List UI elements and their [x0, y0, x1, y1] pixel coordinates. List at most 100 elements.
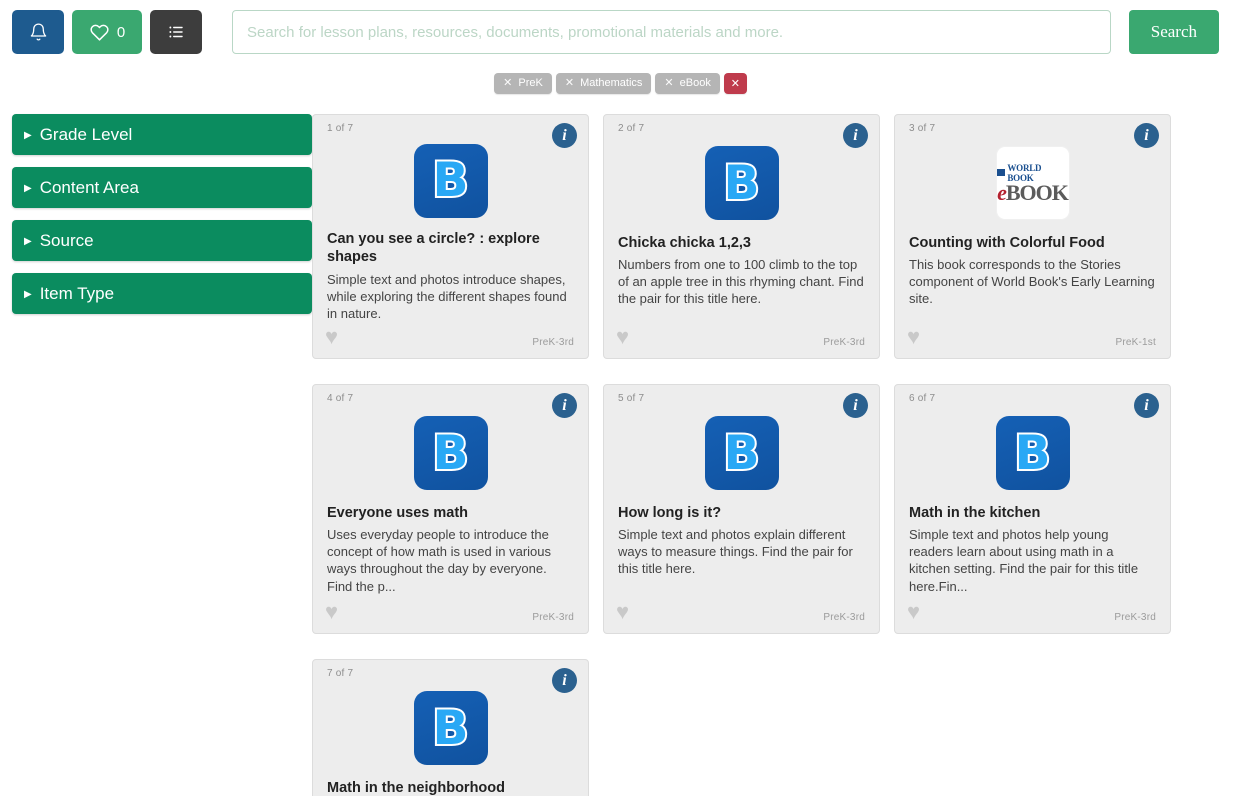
top-toolbar: 0 Search	[0, 0, 1241, 66]
card-footer: ♥ PreK-3rd	[616, 320, 865, 349]
filter-chip-mathematics[interactable]: ✕ Mathematics	[555, 72, 652, 94]
list-icon	[169, 26, 183, 38]
ebook-e-letter: e	[997, 179, 1007, 205]
result-card[interactable]: 1 of 7 i B Can you see a circle? : explo…	[312, 114, 589, 359]
facet-sidebar: ▶ Grade Level ▶ Content Area ▶ Source ▶ …	[0, 114, 312, 326]
card-grade-label: PreK-3rd	[823, 612, 865, 623]
card-title: How long is it?	[618, 505, 722, 521]
info-icon[interactable]: i	[843, 123, 868, 148]
favorite-heart-icon[interactable]: ♥	[616, 601, 629, 623]
ebook-wordmark: eBOOK	[997, 179, 1069, 205]
close-icon: ✕	[730, 77, 740, 90]
favorite-heart-icon[interactable]: ♥	[325, 601, 338, 623]
result-card[interactable]: 6 of 7 i B Math in the kitchen Simple te…	[894, 384, 1171, 634]
search-button[interactable]: Search	[1128, 10, 1219, 54]
blue-b-logo-icon: B	[995, 416, 1070, 490]
favorite-heart-icon[interactable]: ♥	[325, 326, 338, 348]
card-thumbnail: B	[327, 686, 574, 770]
logo-letter: B	[722, 155, 762, 211]
card-title: Math in the neighborhood	[327, 780, 506, 796]
info-icon[interactable]: i	[1134, 393, 1159, 418]
world-book-ebook-logo-icon: WORLD BOOK eBOOK	[995, 146, 1070, 220]
facet-content-area[interactable]: ▶ Content Area	[12, 167, 312, 208]
filter-chip-label: eBook	[679, 77, 711, 89]
card-thumbnail: B	[327, 140, 574, 221]
facet-grade-level[interactable]: ▶ Grade Level	[12, 114, 312, 155]
result-card[interactable]: 2 of 7 i B Chicka chicka 1,2,3 Numbers f…	[603, 114, 880, 359]
logo-letter: B	[722, 425, 762, 481]
card-footer: ♥ PreK-1st	[907, 320, 1156, 349]
ebook-book-letters: BOOK	[1005, 179, 1069, 205]
card-grade-label: PreK-3rd	[532, 612, 574, 623]
active-filters-row: ✕ PreK ✕ Mathematics ✕ eBook ✕	[0, 70, 1241, 96]
search-input[interactable]	[232, 10, 1111, 54]
card-footer: ♥ PreK-3rd	[616, 595, 865, 624]
favorites-count: 0	[116, 23, 126, 41]
blue-b-logo-icon: B	[704, 416, 779, 490]
favorite-heart-icon[interactable]: ♥	[907, 326, 920, 348]
card-title: Chicka chicka 1,2,3	[618, 235, 751, 251]
card-description: Uses everyday people to introduce the co…	[327, 527, 552, 594]
card-description: Simple text and photos help young reader…	[909, 527, 1139, 594]
card-index-label: 7 of 7	[327, 668, 354, 679]
clear-all-filters-button[interactable]: ✕	[723, 72, 747, 94]
chevron-right-icon: ▶	[24, 288, 32, 300]
favorite-heart-icon[interactable]: ♥	[907, 601, 920, 623]
card-grade-label: PreK-3rd	[532, 337, 574, 348]
card-grade-label: PreK-3rd	[823, 337, 865, 348]
info-icon[interactable]: i	[552, 668, 577, 693]
result-card[interactable]: 3 of 7 i WORLD BOOK eBOOK Counting with …	[894, 114, 1171, 359]
facet-label: Source	[39, 230, 94, 250]
card-description: Simple text and photos explain different…	[618, 527, 853, 577]
close-icon: ✕	[664, 76, 674, 89]
logo-letter: B	[1013, 425, 1053, 481]
card-title: Math in the kitchen	[909, 505, 1041, 521]
card-description: Simple text and photos introduce shapes,…	[327, 271, 567, 321]
card-footer: ♥ PreK-3rd	[325, 595, 574, 624]
card-footer: ♥ PreK-3rd	[907, 595, 1156, 624]
facet-label: Content Area	[39, 177, 139, 197]
notifications-button[interactable]	[12, 10, 64, 54]
result-card[interactable]: 4 of 7 i B Everyone uses math Uses every…	[312, 384, 589, 634]
card-index-label: 6 of 7	[909, 393, 936, 404]
list-view-button[interactable]	[150, 10, 202, 54]
facet-source[interactable]: ▶ Source	[12, 220, 312, 261]
close-icon: ✕	[564, 76, 575, 89]
blue-b-logo-icon: B	[413, 416, 488, 490]
heart-icon	[90, 24, 109, 41]
card-description: This book corresponds to the Stories com…	[909, 257, 1155, 307]
result-card[interactable]: 7 of 7 i B Math in the neighborhood ♥	[312, 659, 589, 796]
result-card[interactable]: 5 of 7 i B How long is it? Simple text a…	[603, 384, 880, 634]
blue-b-logo-icon: B	[413, 143, 488, 218]
card-thumbnail: B	[618, 141, 865, 225]
logo-letter: B	[431, 153, 471, 209]
filter-chip-label: PreK	[518, 77, 543, 89]
bell-icon	[30, 23, 46, 41]
filter-chip-label: Mathematics	[580, 77, 643, 89]
filter-chip-prek[interactable]: ✕ PreK	[494, 72, 552, 94]
card-grade-label: PreK-3rd	[1114, 612, 1156, 623]
card-index-label: 4 of 7	[327, 393, 354, 404]
card-title: Everyone uses math	[327, 505, 469, 521]
world-book-mark-icon	[996, 169, 1006, 176]
facet-label: Grade Level	[39, 124, 133, 144]
search-field-wrapper	[210, 10, 1111, 54]
filter-chip-ebook[interactable]: ✕ eBook	[655, 72, 720, 94]
logo-letter: B	[431, 425, 471, 481]
facet-item-type[interactable]: ▶ Item Type	[12, 273, 312, 314]
card-index-label: 5 of 7	[618, 393, 645, 404]
favorite-heart-icon[interactable]: ♥	[616, 326, 629, 348]
logo-letter: B	[431, 700, 471, 756]
card-thumbnail: B	[618, 411, 865, 495]
results-grid: 1 of 7 i B Can you see a circle? : explo…	[312, 114, 1241, 796]
favorites-button[interactable]: 0	[72, 10, 142, 54]
card-index-label: 2 of 7	[618, 123, 645, 134]
chevron-right-icon: ▶	[24, 235, 32, 247]
card-title: Counting with Colorful Food	[909, 235, 1105, 251]
info-icon[interactable]: i	[843, 393, 868, 418]
card-description: Numbers from one to 100 climb to the top…	[618, 257, 864, 307]
page-body: ▶ Grade Level ▶ Content Area ▶ Source ▶ …	[0, 96, 1241, 796]
info-icon[interactable]: i	[1134, 123, 1159, 148]
info-icon[interactable]: i	[552, 393, 577, 418]
info-icon[interactable]: i	[552, 123, 577, 148]
